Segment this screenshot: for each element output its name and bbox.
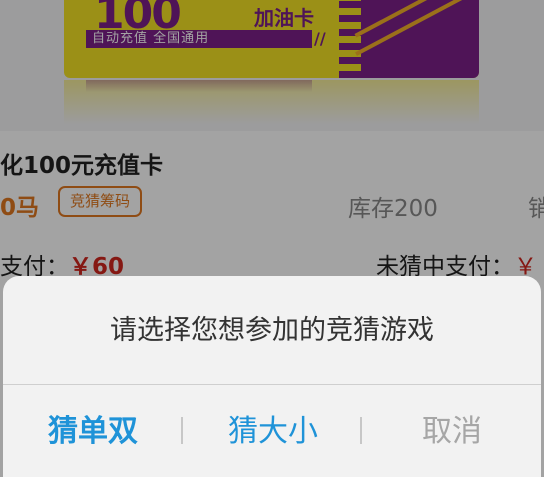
guess-big-small-button[interactable]: 猜大小 [183, 386, 363, 477]
cancel-button[interactable]: 取消 [363, 386, 541, 477]
guess-game-dialog: 请选择您想参加的竞猜游戏 猜单双 猜大小 取消 [3, 276, 541, 477]
option-divider [360, 417, 362, 444]
guess-odd-even-button[interactable]: 猜单双 [3, 386, 183, 477]
dialog-title: 请选择您想参加的竞猜游戏 [3, 276, 541, 385]
